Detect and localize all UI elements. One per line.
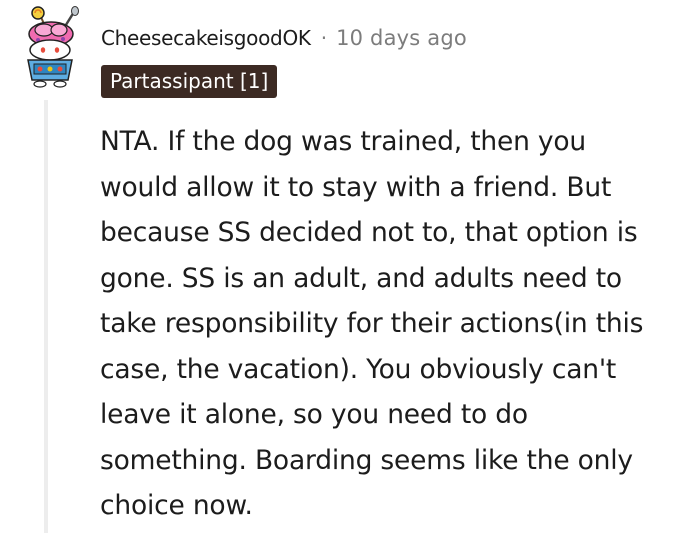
comment-body-line: something. Boarding seems like the only — [100, 444, 633, 476]
comment: CheesecakeisgoodOK · 10 days ago Partass… — [0, 0, 700, 533]
comment-body-line: because SS decided not to, that option i… — [100, 217, 638, 248]
comment-body: NTA. If the dog was trained, then you wo… — [100, 119, 700, 529]
comment-body-line: choice now. — [100, 490, 253, 521]
comment-header: CheesecakeisgoodOK · 10 days ago — [101, 22, 467, 54]
snoo-ice-cream-avatar-icon — [27, 6, 79, 88]
comment-body-line: NTA. If the dog was trained, then you — [100, 126, 587, 157]
comment-body-line: take responsibility for their actions(in… — [100, 308, 644, 339]
user-avatar[interactable] — [14, 6, 86, 90]
comment-timestamp[interactable]: 10 days ago — [336, 26, 467, 50]
username-link[interactable]: CheesecakeisgoodOK — [101, 26, 311, 50]
user-flair-badge: Partassipant [1] — [101, 65, 278, 98]
thread-collapse-line[interactable] — [44, 100, 48, 533]
comment-body-line: case, the vacation). You obviously can't — [100, 353, 617, 385]
comment-body-line: gone. SS is an adult, and adults need to — [100, 262, 622, 294]
comment-body-line: leave it alone, so you need to do — [100, 399, 528, 430]
comment-body-line: would allow it to stay with a friend. Bu… — [100, 171, 612, 203]
meta-separator: · — [320, 26, 328, 50]
